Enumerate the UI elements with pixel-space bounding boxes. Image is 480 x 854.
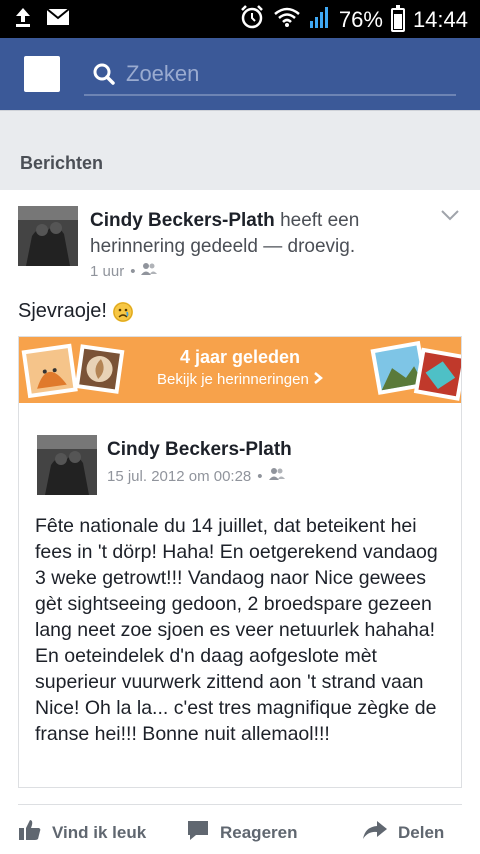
post-header: Cindy Beckers-Plath heeft een herinnerin… — [90, 208, 420, 260]
menu-button[interactable] — [24, 56, 60, 92]
search-icon — [92, 62, 116, 91]
battery-icon — [390, 5, 405, 32]
action-bar: Vind ik leuk Reageren Delen — [18, 804, 462, 854]
meta-separator: • — [130, 262, 136, 280]
friends-icon — [141, 262, 158, 280]
section-header: Berichten — [0, 110, 480, 190]
battery-percentage: 76% — [338, 7, 383, 32]
search-bar[interactable] — [84, 54, 456, 96]
post-text: Sjevraoje! — [18, 300, 133, 323]
comment-button[interactable]: Reageren — [186, 819, 297, 846]
alarm-icon — [239, 4, 265, 36]
memory-subtitle-label: Bekijk je herinneringen — [157, 371, 309, 388]
section-title: Berichten — [20, 153, 104, 173]
comment-icon — [186, 819, 210, 846]
signal-icon — [309, 5, 331, 35]
share-label: Delen — [398, 822, 445, 842]
clock: 14:44 — [412, 7, 468, 32]
search-input[interactable] — [126, 58, 446, 90]
sad-emoji-icon — [112, 301, 133, 322]
friends-icon — [268, 467, 285, 485]
like-label: Vind ik leuk — [52, 822, 147, 842]
like-button[interactable]: Vind ik leuk — [18, 819, 146, 846]
meta-separator: • — [257, 467, 263, 485]
share-button[interactable]: Delen — [362, 819, 444, 846]
post-message: Sjevraoje! — [18, 300, 107, 322]
memory-avatar[interactable] — [37, 435, 97, 495]
memory-subtitle[interactable]: Bekijk je herinneringen — [19, 371, 461, 389]
share-icon — [362, 819, 388, 846]
status-bar: 76% 14:44 — [0, 0, 480, 38]
post-card: Cindy Beckers-Plath heeft een herinnerin… — [0, 190, 480, 854]
thumbs-up-icon — [18, 819, 42, 846]
memory-title: 4 jaar geleden — [179, 347, 301, 367]
post-meta: 1 uur • — [90, 262, 158, 280]
avatar[interactable] — [18, 206, 78, 266]
wifi-icon — [273, 6, 301, 34]
memory-banner[interactable]: 4 jaar geleden Bekijk je herinneringen — [19, 337, 461, 403]
chevron-down-icon[interactable] — [440, 208, 460, 227]
memory-author[interactable]: Cindy Beckers-Plath — [107, 439, 292, 461]
memory-text: Fête nationale du 14 juillet, dat beteik… — [35, 515, 438, 745]
mail-icon — [46, 8, 70, 31]
memory-date[interactable]: 15 jul. 2012 om 00:28 — [107, 468, 251, 485]
upload-icon — [14, 6, 32, 33]
memory-meta: 15 jul. 2012 om 00:28 • — [107, 467, 285, 485]
chevron-right-icon — [313, 371, 323, 389]
post-author[interactable]: Cindy Beckers-Plath — [90, 210, 275, 231]
top-bar — [0, 38, 480, 110]
post-time[interactable]: 1 uur — [90, 263, 124, 280]
comment-label: Reageren — [220, 822, 298, 842]
memory-card[interactable]: 4 jaar geleden Bekijk je herinneringen C… — [18, 336, 462, 788]
